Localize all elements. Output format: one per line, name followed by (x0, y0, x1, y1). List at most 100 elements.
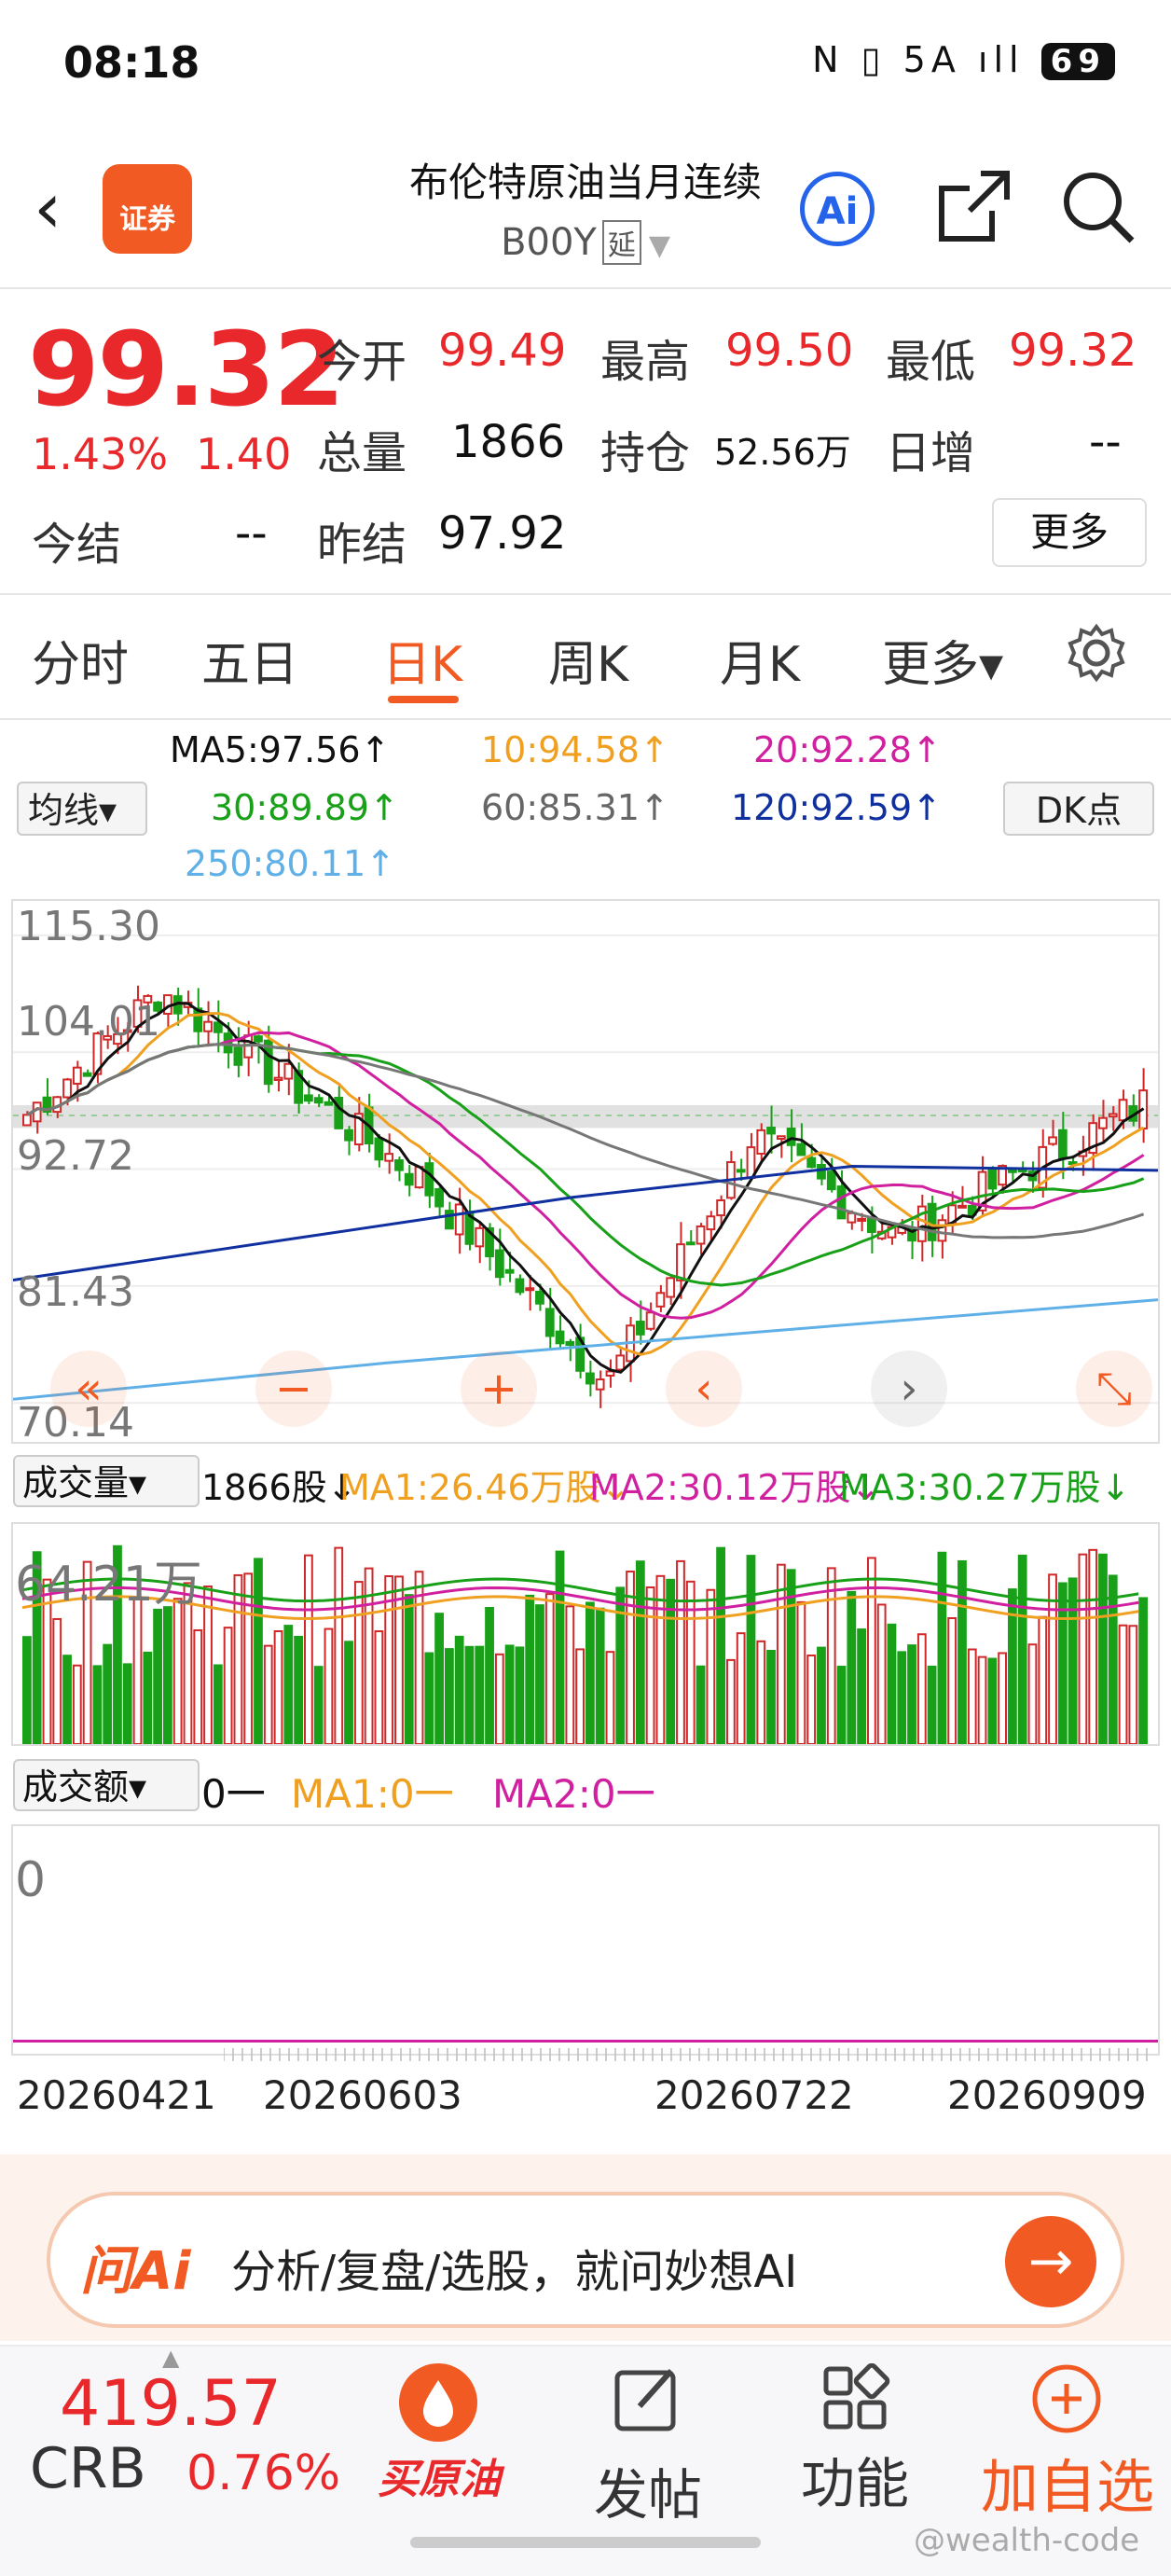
volume-select[interactable]: 成交量▾ (13, 1455, 200, 1507)
volume-bar (736, 1632, 746, 1744)
buy-oil-button[interactable]: 买原油 (358, 2445, 520, 2505)
volume-bar (172, 1598, 183, 1744)
price-axis-label: 104.01 (17, 998, 160, 1046)
volume-bar (937, 1551, 947, 1744)
header-divider (0, 287, 1171, 289)
date-label: 20260421 (17, 2072, 216, 2118)
candle-body (595, 1378, 605, 1391)
ma120-label: 120:92.59↑ (731, 787, 942, 828)
volume-bar (1078, 1553, 1088, 1744)
ma60-label: 60:85.31↑ (481, 787, 669, 828)
ma-line (26, 1031, 1145, 1320)
candle-body (82, 1072, 92, 1077)
scroll-left-far-button[interactable]: « (50, 1350, 127, 1427)
function-button[interactable]: 功能 (785, 2440, 925, 2518)
candle-body (62, 1078, 72, 1099)
add-watchlist-icon[interactable] (1029, 2361, 1104, 2436)
volume-bar (746, 1555, 756, 1744)
volume-bar (696, 1665, 706, 1744)
volume-bar (916, 1633, 927, 1744)
candle-body (867, 1217, 876, 1233)
volume-bar (1118, 1624, 1128, 1744)
amount-chart[interactable] (11, 1824, 1160, 2056)
candle-body (776, 1135, 786, 1141)
date-label: 20260722 (654, 2072, 854, 2118)
kline-chart[interactable] (11, 899, 1160, 1444)
volume-bar (887, 1623, 897, 1744)
volume-bar (1008, 1588, 1017, 1744)
ma250-label: 250:80.11↑ (185, 843, 395, 884)
candle-body (384, 1153, 394, 1162)
volume-bar (1057, 1582, 1068, 1744)
grid-icon[interactable] (820, 2363, 891, 2434)
volume-bar (977, 1655, 987, 1744)
ask-ai-placeholder[interactable]: 分析/复盘/选股，就问妙想AI (231, 2235, 797, 2300)
zoom-in-button[interactable]: + (461, 1350, 537, 1427)
post-button[interactable]: 发帖 (578, 2451, 718, 2529)
gear-icon[interactable] (1067, 623, 1126, 683)
day-inc-label: 日增 (886, 427, 976, 479)
delayed-tag: 延 (601, 220, 641, 265)
high-value: 99.50 (725, 325, 854, 377)
volume-bar (967, 1648, 977, 1744)
buy-oil-icon[interactable] (399, 2363, 477, 2442)
volume-bar (857, 1628, 867, 1744)
zoom-out-button[interactable]: − (255, 1350, 332, 1427)
candle-body (203, 1020, 213, 1032)
candle-body (937, 1219, 947, 1242)
dk-button[interactable]: DK点 (1003, 782, 1154, 836)
volume-bar (475, 1645, 485, 1744)
fullscreen-button[interactable]: ⤡ (1076, 1350, 1152, 1427)
volume-bar (595, 1607, 605, 1744)
crb-name[interactable]: CRB (30, 2436, 146, 2501)
volume-bar (635, 1560, 645, 1744)
ma-select[interactable]: 均线▾ (17, 782, 147, 836)
volume-bar (876, 1603, 887, 1744)
volume-bar (806, 1655, 817, 1744)
candle-body (817, 1163, 826, 1180)
volume-bar (273, 1630, 283, 1744)
tab-intraday[interactable]: 分时 (32, 625, 129, 695)
volume-bar (1128, 1625, 1138, 1744)
candle-body (806, 1156, 817, 1169)
candle-body (666, 1277, 676, 1298)
tab-daily-k[interactable]: 日K (382, 625, 462, 695)
candle-body (344, 1129, 353, 1142)
candle-body (374, 1137, 384, 1161)
scroll-left-button[interactable]: ‹ (666, 1350, 742, 1427)
volume-bar (374, 1630, 384, 1744)
ai-icon[interactable]: Ai (800, 172, 875, 246)
tab-more[interactable]: 更多▾ (882, 625, 1003, 695)
ask-ai-go-button[interactable]: → (1005, 2216, 1096, 2307)
candle-body (404, 1172, 414, 1186)
candle-body (313, 1097, 324, 1104)
crb-price[interactable]: 419.57 (60, 2367, 282, 2441)
candle-body (716, 1199, 726, 1217)
candle-body (857, 1217, 867, 1222)
crb-percent[interactable]: 0.76% (186, 2445, 340, 2501)
change-value: 1.40 (196, 429, 292, 479)
volume-bar (645, 1586, 655, 1744)
share-icon[interactable] (934, 166, 1014, 246)
candle-body (504, 1268, 515, 1274)
scroll-right-button[interactable]: › (871, 1350, 947, 1427)
tab-weekly-k[interactable]: 周K (548, 625, 628, 695)
ma-line (26, 1043, 1145, 1287)
edit-icon[interactable] (612, 2363, 682, 2434)
add-watchlist-button[interactable]: 加自选 (970, 2440, 1165, 2524)
tab-five-day[interactable]: 五日 (201, 625, 298, 695)
candle-body (434, 1188, 445, 1208)
volume-bar (294, 1635, 304, 1744)
candle-body (283, 1062, 294, 1080)
tab-monthly-k[interactable]: 月K (720, 625, 800, 695)
amount-select[interactable]: 成交额▾ (13, 1759, 200, 1811)
volume-bar (716, 1546, 726, 1744)
more-quote-button[interactable]: 更多 (992, 498, 1147, 567)
candle-body (826, 1170, 836, 1191)
volume-bar (92, 1665, 103, 1744)
candle-body (847, 1212, 857, 1224)
search-icon[interactable] (1057, 166, 1137, 246)
volume-bar (485, 1606, 494, 1744)
candle-body (22, 1114, 32, 1127)
volume-ma2: MA2:30.12万股↓ (589, 1467, 881, 1508)
